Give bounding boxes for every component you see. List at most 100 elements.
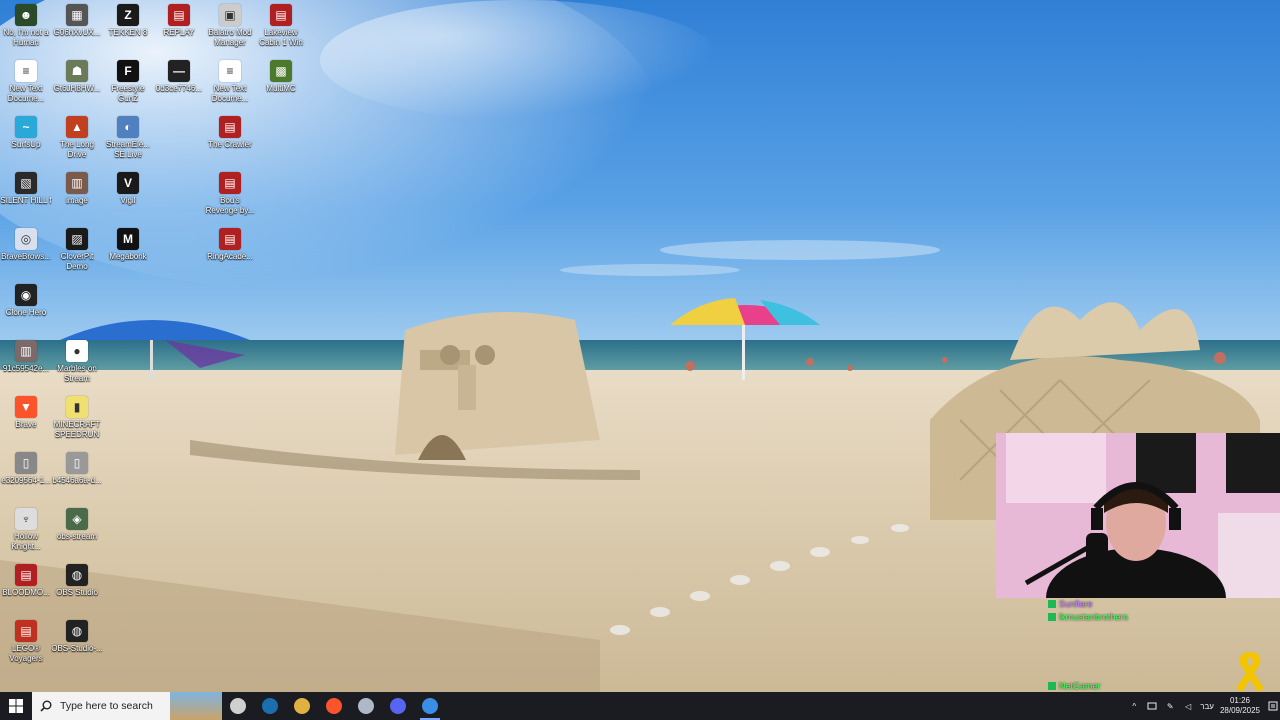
app-icon: ▤ — [15, 564, 37, 586]
desktop-icon[interactable]: F Freestyle GunZ — [102, 60, 154, 104]
app-icon: ● — [66, 340, 88, 362]
desktop-icon-label: CloverPit Demo — [60, 252, 94, 271]
desktop-icon[interactable]: ▥ 91c59542e... — [0, 340, 52, 374]
notification-icon[interactable] — [1266, 692, 1280, 720]
app-icon: ▯ — [15, 452, 37, 474]
app-icon: ▤ — [168, 4, 190, 26]
desktop-icon[interactable]: ▩ MultiMC — [255, 60, 307, 94]
chat-badge-icon — [1048, 600, 1056, 608]
desktop-icon[interactable]: ≡ New Text Docume... — [204, 60, 256, 104]
taskbar-app-vscode[interactable] — [414, 692, 446, 720]
language-indicator[interactable]: עבר — [1200, 702, 1214, 711]
desktop-icon-label: b4546a6a-d... — [52, 476, 102, 485]
search-highlight-image[interactable] — [170, 692, 222, 720]
desktop-icon[interactable]: ~ SurfsUp — [0, 116, 52, 150]
desktop-icon-label: Vigil — [120, 196, 136, 205]
chat-username: NetGamer — [1059, 681, 1101, 691]
desktop-icon-label: Clone Hero — [5, 308, 47, 317]
desktop-icon-label: Brave — [15, 420, 37, 429]
clock[interactable]: 01:26 28/09/2025 — [1220, 696, 1260, 716]
desktop-icon-label: MultiMC — [266, 84, 296, 93]
desktop-icon-label: Marbles on Stream — [57, 364, 97, 383]
desktop-icon-label: BraveBrows... — [1, 252, 51, 261]
app-icon: ☗ — [66, 60, 88, 82]
taskbar-app-brave[interactable] — [318, 692, 350, 720]
desktop-icon[interactable]: ▥ image — [51, 172, 103, 206]
desktop-icon[interactable]: ◍ OBS Studio — [51, 564, 103, 598]
desktop-icon[interactable]: ▤ Bou's Revenge by... — [204, 172, 256, 216]
desktop-icon[interactable]: ▧ SILENT HILL f — [0, 172, 52, 206]
desktop-icon-label: OBS Studio — [56, 588, 98, 597]
desktop-icon[interactable]: ◉ Clone Hero — [0, 284, 52, 318]
desktop-icon[interactable]: ▯ e3209564-1... — [0, 452, 52, 486]
desktop-icon[interactable]: ≡ New Text Docume... — [0, 60, 52, 104]
desktop-icon-label: SILENT HILL f — [0, 196, 52, 205]
desktop-icon[interactable]: ◈ obs-stream — [51, 508, 103, 542]
desktop-icon-label: Freestyle GunZ — [111, 84, 145, 103]
desktop-icon[interactable]: M Megabonk — [102, 228, 154, 262]
desktop-icon[interactable]: ◐ StreamEle... SE.Live — [102, 116, 154, 160]
taskbar-search-box[interactable]: Type here to search — [32, 692, 170, 720]
app-icon: ◉ — [15, 284, 37, 306]
desktop-icon[interactable]: Z TEKKEN 8 — [102, 4, 154, 38]
desktop-icon[interactable]: ▤ Lakeview Cabin 1 Win — [255, 4, 307, 48]
desktop-icon[interactable]: ● Marbles on Stream — [51, 340, 103, 384]
desktop-icon[interactable]: ▼ Brave — [0, 396, 52, 430]
desktop-icon-label: Hollow Knight... — [11, 532, 41, 551]
chat-badge-icon — [1048, 613, 1056, 621]
pen-icon[interactable]: ✎ — [1164, 700, 1176, 712]
desktop-icon[interactable]: ☗ Gt6JH8HW... — [51, 60, 103, 94]
desktop-icon[interactable]: ▲ The Long Drive — [51, 116, 103, 160]
desktop-icon[interactable]: ▤ RingAcade... — [204, 228, 256, 262]
desktop-icon-label: LEGO® Voyagers — [9, 644, 43, 663]
desktop-icon[interactable]: ▤ The Crawler — [204, 116, 256, 150]
volume-icon[interactable]: ◁ — [1182, 700, 1194, 712]
desktop-icon-label: New Text Docume... — [7, 84, 45, 103]
discord-icon — [390, 698, 406, 714]
clock-time: 01:26 — [1229, 696, 1250, 705]
desktop-icon-label: RingAcade... — [207, 252, 253, 261]
desktop-icon[interactable]: ▮ MINECRAFT SPEEDRUN — [51, 396, 103, 440]
system-tray: ^ ✎ ◁ עבר 01:26 28/09/2025 — [1128, 692, 1280, 720]
chat-message: lkmustanbrothers — [1048, 611, 1280, 624]
file-explorer-icon — [294, 698, 310, 714]
chevron-up-icon[interactable]: ^ — [1128, 700, 1140, 712]
desktop-icon[interactable]: ▨ CloverPit Demo — [51, 228, 103, 272]
chat-username: Sunflare — [1059, 599, 1093, 609]
desktop-icon[interactable]: ◎ BraveBrows... — [0, 228, 52, 262]
desktop-icon[interactable]: ▣ Balatro Mod Manager — [204, 4, 256, 48]
app-icon: ≡ — [15, 60, 37, 82]
app-icon: ~ — [15, 116, 37, 138]
desktop-icon[interactable]: ♆ Hollow Knight... — [0, 508, 52, 552]
taskbar-app-file-explorer[interactable] — [286, 692, 318, 720]
desktop-icon-label: 0d3ce7746... — [155, 84, 203, 93]
desktop-icon-label: Gt6JH8HW... — [53, 84, 101, 93]
desktop-icon[interactable]: — 0d3ce7746... — [153, 60, 205, 94]
desktop-icon[interactable]: ☻ No, I'm not a Human — [0, 4, 52, 48]
taskbar-app-discord[interactable] — [382, 692, 414, 720]
app-icon: ▤ — [15, 620, 37, 642]
desktop-icon[interactable]: ▯ b4546a6a-d... — [51, 452, 103, 486]
search-placeholder: Type here to search — [60, 700, 153, 712]
desktop-icon-label: e3209564-1... — [1, 476, 51, 485]
desktop-icon[interactable]: V Vigil — [102, 172, 154, 206]
start-button[interactable] — [0, 692, 32, 720]
taskbar-app-obs[interactable] — [222, 692, 254, 720]
desktop-icon[interactable]: ◍ OBS-Studio-... — [51, 620, 103, 654]
desktop-icon[interactable]: ▤ LEGO® Voyagers — [0, 620, 52, 664]
desktop-icon[interactable]: ▦ G06hXvUX... — [51, 4, 103, 38]
app-icon: ◈ — [66, 508, 88, 530]
taskbar-app-steam[interactable] — [254, 692, 286, 720]
taskbar-app-shield-app[interactable] — [350, 692, 382, 720]
app-icon: ◐ — [117, 116, 139, 138]
desktop-icon[interactable]: ▤ BLOODMO... — [0, 564, 52, 598]
app-icon: ▮ — [66, 396, 88, 418]
desktop-icon-label: Balatro Mod Manager — [208, 28, 252, 47]
vscode-icon — [422, 698, 438, 714]
app-icon: ▣ — [219, 4, 241, 26]
chat-badge-icon — [1048, 682, 1056, 690]
shield-app-icon — [358, 698, 374, 714]
network-icon[interactable] — [1146, 700, 1158, 712]
app-icon: ▲ — [66, 116, 88, 138]
desktop-icon[interactable]: ▤ REPLAY — [153, 4, 205, 38]
